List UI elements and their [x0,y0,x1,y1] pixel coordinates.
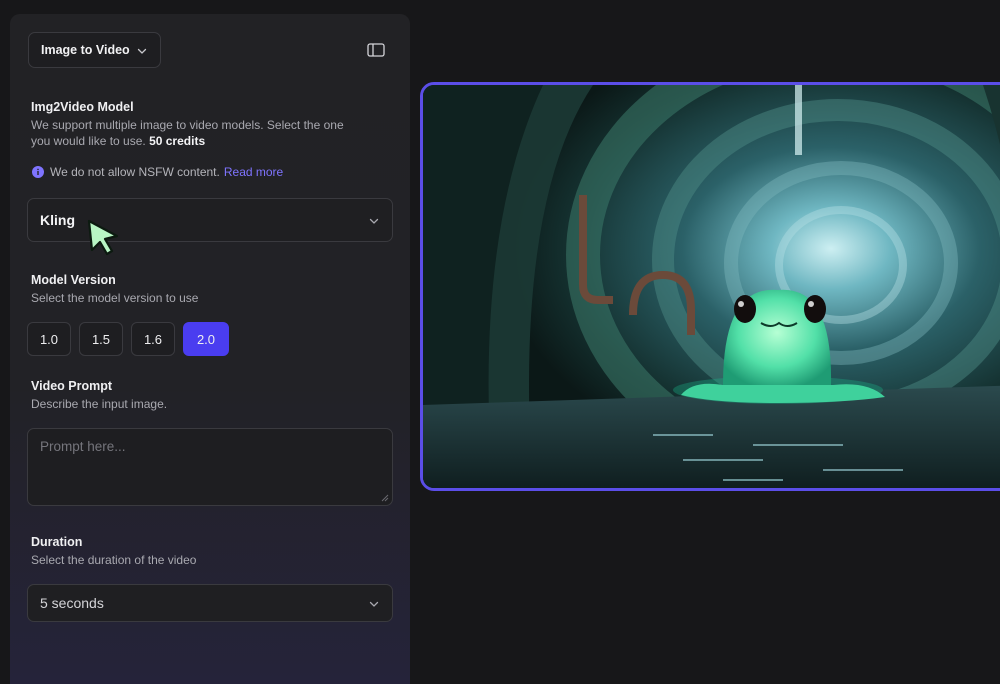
version-section-desc: Select the model version to use [31,291,199,305]
prompt-input[interactable]: Prompt here... [27,428,393,506]
chevron-down-icon [137,48,147,54]
resize-grip-icon[interactable] [381,494,389,502]
version-button-2-0[interactable]: 2.0 [183,322,229,356]
model-desc-line1: We support multiple image to video model… [31,118,344,132]
version-button-1-5[interactable]: 1.5 [79,322,123,356]
model-section-desc: We support multiple image to video model… [31,117,344,149]
notice-text: We do not allow NSFW content. [50,165,220,179]
mode-select[interactable]: Image to Video [28,32,161,68]
prompt-placeholder: Prompt here... [40,439,126,454]
prompt-section-title: Video Prompt [31,379,113,393]
mode-select-label: Image to Video [41,43,130,57]
version-button-1-6[interactable]: 1.6 [131,322,175,356]
preview-image [423,85,1000,488]
version-button-1-0[interactable]: 1.0 [27,322,71,356]
duration-dropdown-value: 5 seconds [40,595,104,611]
info-icon [32,166,44,178]
mouse-cursor-icon [87,219,119,256]
duration-section-title: Duration [31,535,83,549]
sidebar-panel-icon[interactable] [367,43,385,57]
video-preview [420,82,1000,491]
model-dropdown[interactable]: Kling [27,198,393,242]
model-section-title: Img2Video Model [31,100,134,114]
chevron-down-icon [369,218,379,224]
prompt-section-desc: Describe the input image. [31,397,168,411]
read-more-link[interactable]: Read more [224,165,283,179]
duration-section-desc: Select the duration of the video [31,553,197,567]
duration-dropdown[interactable]: 5 seconds [27,584,393,622]
version-options: 1.0 1.5 1.6 2.0 [27,322,229,356]
model-dropdown-value: Kling [40,212,75,228]
settings-panel: Image to Video Img2Video Model We suppor… [10,14,410,684]
credits-badge: 50 credits [149,134,206,148]
version-section-title: Model Version [31,273,116,287]
nsfw-notice: We do not allow NSFW content. Read more [32,165,283,179]
model-desc-line2: you would like to use. [31,134,146,148]
chevron-down-icon [369,601,379,607]
